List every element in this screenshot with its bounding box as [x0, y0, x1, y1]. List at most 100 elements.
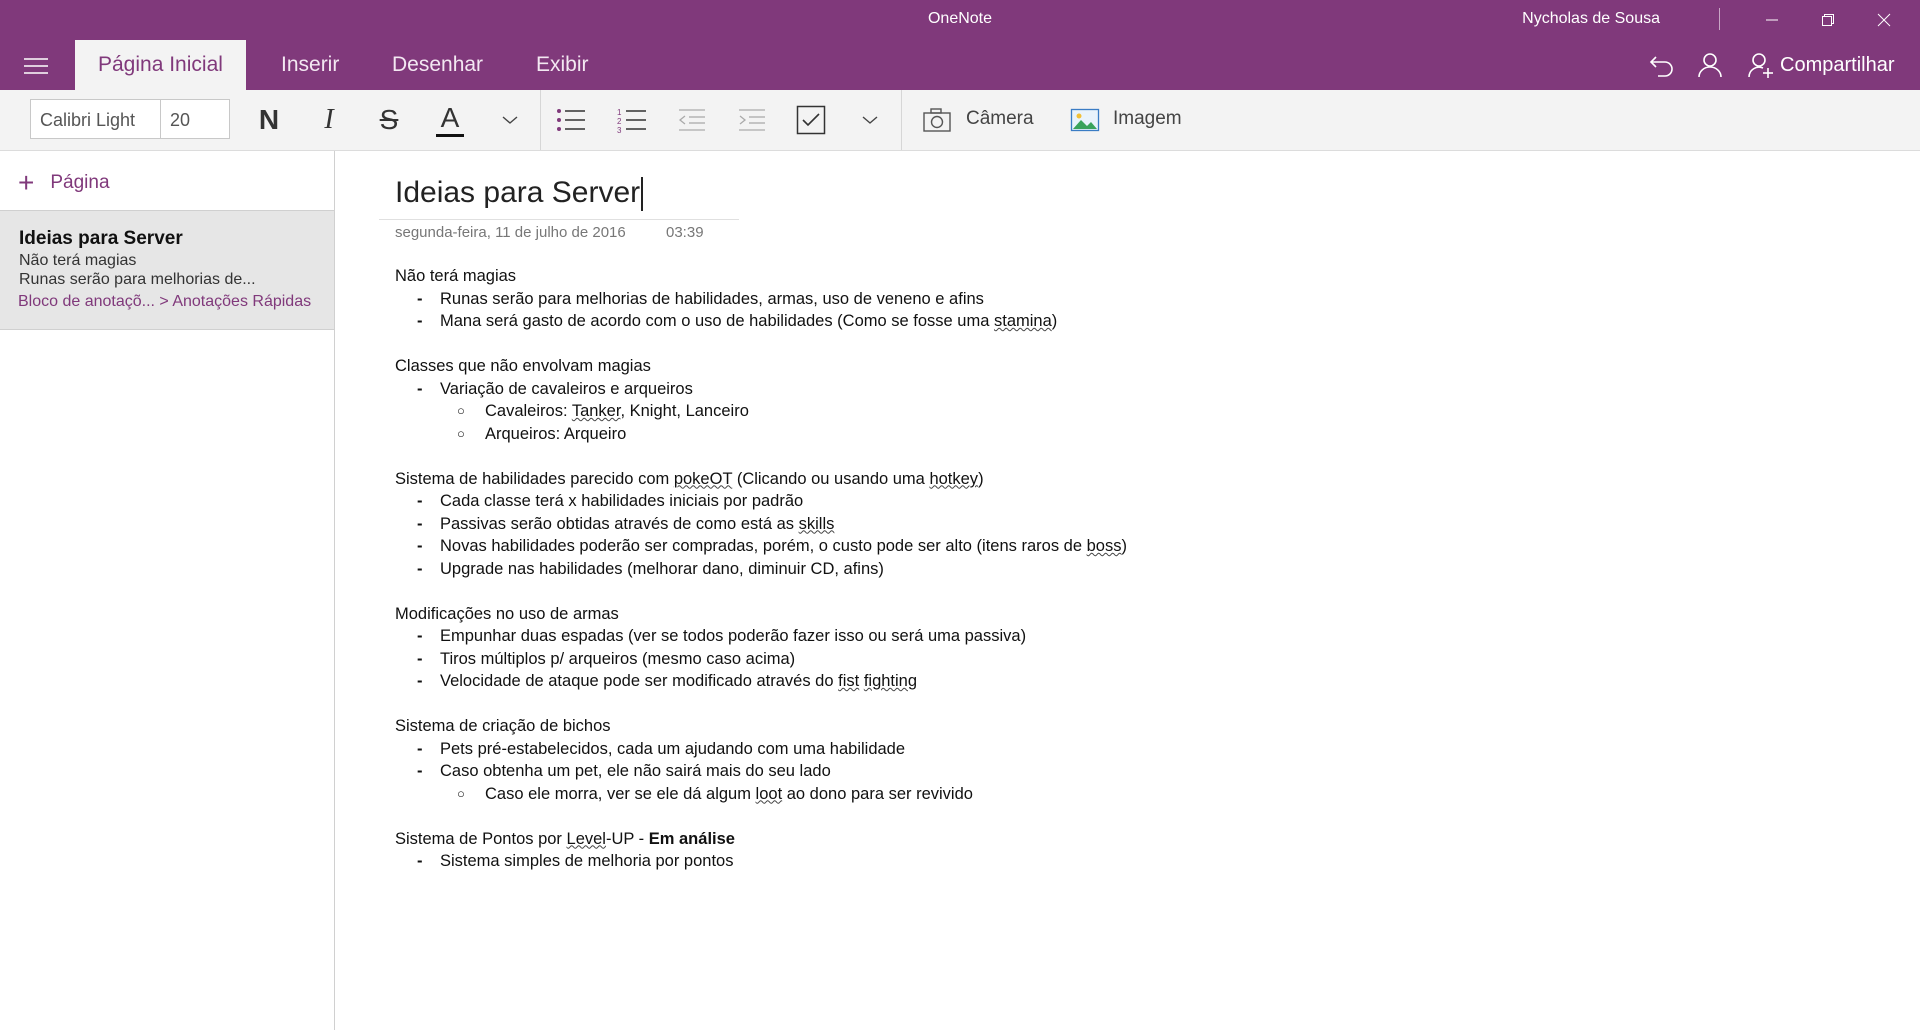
minimize-icon: [1766, 19, 1778, 21]
page-item-breadcrumb[interactable]: Bloco de anotaçõ... > Anotações Rápidas: [18, 293, 311, 311]
ribbon-tabs: Página Inicial Inserir Desenhar Exibir C…: [0, 40, 1920, 90]
list-item: Mana será gasto de acordo com o uso de h…: [395, 310, 1127, 333]
increase-indent-button[interactable]: [732, 100, 772, 140]
tab-home[interactable]: Página Inicial: [75, 40, 246, 90]
note-body[interactable]: Não terá magias Runas serão para melhori…: [395, 265, 1127, 873]
todo-tag-button[interactable]: [791, 100, 831, 140]
svg-text:1: 1: [617, 108, 622, 117]
list-item: Caso obtenha um pet, ele não sairá mais …: [395, 760, 1127, 783]
tags-more-button[interactable]: [850, 100, 890, 140]
list-item: Velocidade de ataque pode ser modificado…: [395, 670, 1127, 693]
svg-text:2: 2: [617, 117, 622, 126]
close-button[interactable]: [1856, 0, 1912, 40]
note-heading: Sistema de Pontos por Level-UP - Em anál…: [395, 828, 1127, 851]
tab-view[interactable]: Exibir: [513, 40, 612, 90]
camera-icon: [923, 108, 951, 132]
font-name-input[interactable]: Calibri Light: [30, 99, 161, 139]
note-heading: Modificações no uso de armas: [395, 604, 619, 623]
list-item-text: Caso ele morra, ver se ele dá algum: [485, 784, 756, 803]
close-icon: [1877, 13, 1891, 27]
italic-button[interactable]: I: [309, 100, 349, 140]
list-item: Passivas serão obtidas através de como e…: [395, 513, 1127, 536]
camera-button[interactable]: [917, 100, 957, 140]
note-canvas[interactable]: Ideias para Server segunda-feira, 11 de …: [335, 151, 1920, 1030]
share-label: Compartilhar: [1780, 53, 1895, 76]
chevron-down-icon: [862, 116, 878, 124]
page-time: 03:39: [666, 224, 704, 241]
share-person-icon: [1748, 53, 1773, 78]
add-page-label: Página: [50, 172, 110, 193]
image-icon: [1070, 108, 1100, 132]
list-item: Tiros múltiplos p/ arqueiros (mesmo caso…: [395, 648, 1127, 671]
heading-text: ): [978, 469, 984, 488]
tab-insert[interactable]: Inserir: [258, 40, 362, 90]
list-item-text: Cavaleiros:: [485, 402, 572, 420]
user-name[interactable]: Nycholas de Sousa: [1522, 10, 1660, 28]
page-list-pane: + Página Ideias para Server Não terá mag…: [0, 151, 335, 1030]
image-button[interactable]: [1065, 100, 1105, 140]
list-item: Novas habilidades poderão ser compradas,…: [395, 535, 1127, 558]
page-title-text: Ideias para Server: [395, 176, 641, 209]
page-title[interactable]: Ideias para Server: [395, 176, 644, 212]
spellcheck-word: loot: [755, 784, 783, 803]
format-more-button[interactable]: [490, 100, 530, 140]
list-item: Cada classe terá x habilidades iniciais …: [395, 490, 1127, 513]
heading-text: Sistema de habilidades parecido com: [395, 469, 674, 488]
font-size-input[interactable]: 20: [160, 99, 230, 139]
ribbon-divider: [901, 90, 902, 150]
plus-icon: +: [18, 167, 35, 198]
list-item-text: Velocidade de ataque pode ser modificado…: [440, 672, 839, 690]
restore-icon: [1822, 14, 1834, 26]
people-button[interactable]: [1697, 50, 1723, 80]
list-item: Upgrade nas habilidades (melhorar dano, …: [395, 558, 1127, 581]
sub-list-item: Caso ele morra, ver se ele dá algum loot…: [395, 783, 1127, 806]
note-heading: Sistema de criação de bichos: [395, 717, 611, 735]
svg-text:3: 3: [617, 126, 622, 133]
font-color-icon: A: [440, 101, 460, 133]
page-item-title: Ideias para Server: [19, 228, 183, 249]
spellcheck-word: stamina: [993, 312, 1052, 330]
page-item-preview: Runas serão para melhorias de...: [19, 271, 256, 288]
minimize-button[interactable]: [1744, 0, 1800, 40]
restore-button[interactable]: [1800, 0, 1856, 40]
numbered-list-icon: 123: [617, 108, 646, 133]
camera-label[interactable]: Câmera: [966, 108, 1034, 130]
list-item-text: Passivas serão obtidas através de como e…: [440, 514, 799, 533]
note-heading: Não terá magias: [395, 267, 517, 285]
strikethrough-icon: S: [379, 104, 399, 135]
page-date: segunda-feira, 11 de julho de 2016: [395, 224, 626, 241]
font-color-button[interactable]: A: [430, 100, 470, 140]
spellcheck-word: fighting: [863, 672, 918, 690]
spellcheck-word: skills: [798, 514, 835, 533]
italic-icon: I: [324, 104, 334, 135]
numbering-button[interactable]: 123: [612, 100, 652, 140]
tab-draw[interactable]: Desenhar: [369, 40, 506, 90]
bold-icon: N: [258, 104, 280, 135]
list-item: Pets pré-estabelecidos, cada um ajudando…: [395, 738, 1127, 761]
checkbox-icon: [796, 105, 826, 135]
list-item: Sistema simples de melhoria por pontos: [395, 850, 1127, 873]
decrease-indent-button[interactable]: [672, 100, 712, 140]
list-item-text: , Knight, Lanceiro: [620, 402, 749, 420]
share-button[interactable]: Compartilhar: [1748, 50, 1894, 80]
font-color-swatch: [436, 133, 464, 137]
image-label[interactable]: Imagem: [1113, 108, 1182, 130]
spellcheck-word: Level: [566, 829, 606, 848]
bold-button[interactable]: N: [249, 100, 289, 140]
person-icon: [1698, 53, 1722, 78]
outdent-icon: [678, 109, 705, 131]
title-underline: [379, 219, 739, 220]
sub-list-item: Cavaleiros: Tanker, Knight, Lanceiro: [395, 400, 1127, 423]
add-page-button[interactable]: + Página: [18, 167, 110, 199]
page-list-item[interactable]: Ideias para Server Não terá magias Runas…: [0, 211, 334, 330]
heading-text: Sistema de Pontos por: [395, 829, 567, 848]
undo-icon: [1649, 56, 1673, 77]
ribbon-toolbar: Calibri Light 20 N I S A 123 Câmera Imag…: [0, 90, 1920, 151]
bullets-button[interactable]: [551, 100, 591, 140]
page-item-preview: Não terá magias: [19, 252, 137, 269]
undo-button[interactable]: [1648, 50, 1676, 80]
strikethrough-button[interactable]: S: [369, 100, 409, 140]
navigation-menu-button[interactable]: [20, 55, 52, 77]
list-item-text: ): [1121, 537, 1127, 555]
